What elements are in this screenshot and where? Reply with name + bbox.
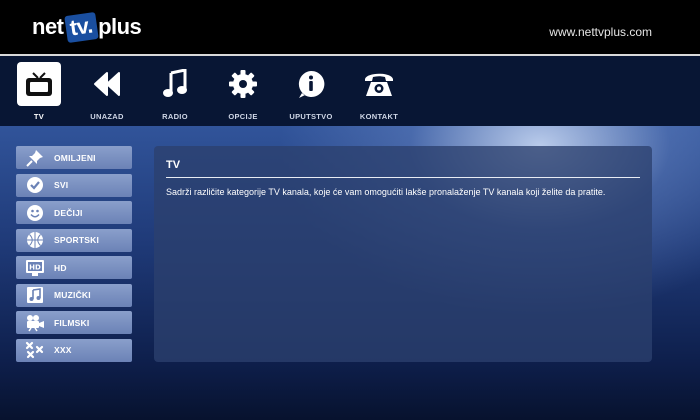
nav-item-uputstvo[interactable]: UPUTSTVO	[281, 62, 341, 126]
logo-text-plus: plus	[98, 14, 142, 39]
hd-icon: HD	[24, 258, 46, 278]
sidebar-label-hd: HD	[54, 262, 67, 273]
sidebar-label-xxx: XXX	[54, 345, 72, 355]
nav-item-radio[interactable]: RADIO	[145, 62, 205, 126]
header-bar: net tv. plus www.nettvplus.com	[0, 0, 700, 54]
svg-text:HD: HD	[29, 263, 41, 271]
site-url: www.nettvplus.com	[549, 25, 652, 39]
sidebar-item-muzicki[interactable]: MUZIČKI	[16, 283, 132, 307]
sidebar-item-deciji[interactable]: DEČIJI	[16, 201, 132, 224]
telephone-icon	[357, 62, 401, 106]
nav-label-unazad: UNAZAD	[90, 112, 124, 121]
category-sidebar: OMILJENI SVI DEČIJI SPORTSKI HD HD MUZIČ…	[16, 146, 132, 366]
pin-icon	[24, 148, 46, 168]
sidebar-label-svi: SVI	[54, 180, 69, 190]
ball-icon	[24, 230, 46, 250]
sidebar-item-xxx[interactable]: XXX	[16, 338, 132, 362]
panel-title: TV	[166, 159, 181, 171]
main-area: OMILJENI SVI DEČIJI SPORTSKI HD HD MUZIČ…	[0, 126, 700, 420]
nav-label-tv: TV	[33, 112, 45, 121]
tv-icon	[17, 62, 61, 106]
xxx-icon	[24, 340, 46, 360]
sidebar-item-svi[interactable]: SVI	[16, 173, 132, 197]
sidebar-label-sportski: SPORTSKI	[54, 235, 100, 245]
logo-text-tv: tv.	[63, 11, 98, 43]
top-navigation: TV UNAZAD RADIO OPCIJE UPUTSTVO KONTAKT	[0, 56, 700, 126]
sidebar-item-filmski[interactable]: FILMSKI	[16, 311, 132, 334]
sidebar-label-muzicki: MUZIČKI	[54, 290, 91, 300]
music-icon	[24, 285, 46, 305]
description-panel: TV Sadrži različite kategorije TV kanala…	[154, 146, 652, 362]
rewind-icon	[85, 62, 129, 106]
nav-label-opcije: OPCIJE	[228, 112, 258, 121]
sidebar-item-omiljeni[interactable]: OMILJENI	[16, 146, 132, 169]
panel-divider	[166, 177, 640, 178]
sidebar-label-omiljeni: OMILJENI	[54, 152, 96, 163]
sidebar-item-sportski[interactable]: SPORTSKI	[16, 228, 132, 252]
nav-label-kontakt: KONTAKT	[359, 112, 399, 121]
music-note-icon	[153, 62, 197, 106]
info-icon	[289, 62, 333, 106]
logo-text-net: net	[32, 14, 64, 39]
film-camera-icon	[24, 313, 46, 333]
nav-item-kontakt[interactable]: KONTAKT	[349, 62, 409, 126]
nav-item-tv[interactable]: TV	[9, 62, 69, 126]
sidebar-item-hd[interactable]: HD HD	[16, 256, 132, 279]
sidebar-label-filmski: FILMSKI	[54, 317, 90, 328]
sidebar-label-deciji: DEČIJI	[54, 207, 83, 218]
logo[interactable]: net tv. plus	[32, 11, 142, 43]
nav-label-radio: RADIO	[162, 112, 188, 121]
gear-icon	[221, 62, 265, 106]
checkmark-icon	[24, 175, 46, 195]
nav-item-opcije[interactable]: OPCIJE	[213, 62, 273, 126]
nav-label-uputstvo: UPUTSTVO	[289, 112, 333, 121]
nav-item-unazad[interactable]: UNAZAD	[77, 62, 137, 126]
smiley-icon	[24, 203, 46, 223]
panel-description: Sadrži različite kategorije TV kanala, k…	[166, 187, 606, 197]
